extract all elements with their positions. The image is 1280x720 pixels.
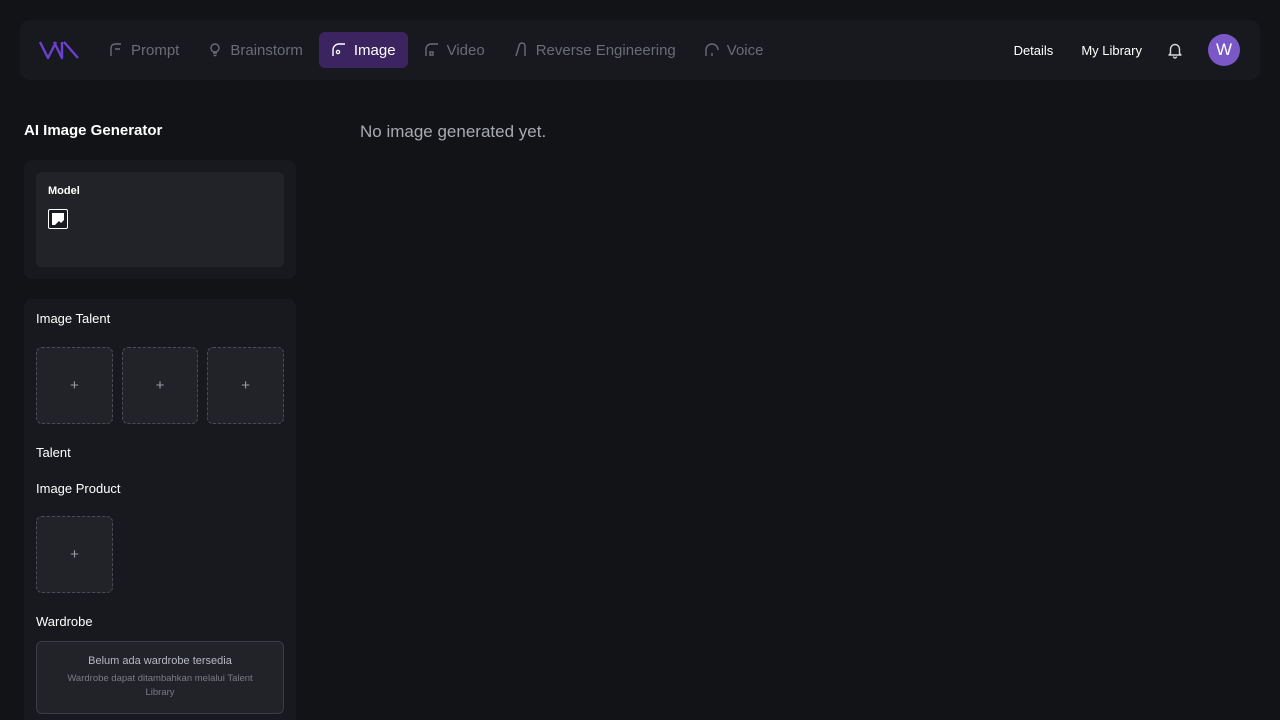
nav-voice-label: Voice	[726, 41, 764, 59]
main-nav: Prompt Brainstorm Image Video Reverse En…	[96, 32, 775, 68]
bulb-icon	[210, 43, 221, 57]
nav-image[interactable]: Image	[318, 32, 408, 68]
voice-icon	[705, 43, 719, 56]
product-slots: +	[36, 516, 284, 593]
my-library-link[interactable]: My Library	[1081, 43, 1142, 58]
add-talent-slot[interactable]: +	[36, 347, 113, 424]
wardrobe-empty-text: Belum ada wardrobe tersedia	[88, 655, 232, 667]
nav-brainstorm-label: Brainstorm	[230, 41, 303, 59]
bell-icon[interactable]	[1166, 41, 1184, 59]
talent-label: Talent	[36, 445, 71, 460]
broken-image-icon	[48, 209, 68, 229]
add-product-slot[interactable]: +	[36, 516, 113, 593]
add-talent-slot[interactable]: +	[207, 347, 285, 424]
model-selector[interactable]: Model	[36, 172, 284, 267]
nav-image-label: Image	[353, 41, 396, 59]
wardrobe-empty-state: Belum ada wardrobe tersedia Wardrobe dap…	[36, 641, 284, 714]
talent-slots: + + +	[36, 347, 285, 424]
prompt-icon	[110, 43, 121, 56]
nav-reverse-label: Reverse Engineering	[535, 41, 676, 59]
top-navigation-bar: Prompt Brainstorm Image Video Reverse En…	[20, 20, 1260, 80]
details-link[interactable]: Details	[1014, 43, 1054, 58]
model-label: Model	[48, 185, 80, 197]
image-icon	[332, 43, 345, 56]
image-talent-label: Image Talent	[36, 311, 111, 326]
nav-prompt-label: Prompt	[131, 41, 180, 59]
talent-panel: Image Talent + + + Talent Image Product …	[24, 299, 296, 720]
empty-state-message: No image generated yet.	[360, 122, 547, 141]
nav-brainstorm[interactable]: Brainstorm	[195, 32, 315, 68]
app-logo[interactable]	[38, 38, 82, 62]
nav-video[interactable]: Video	[412, 32, 497, 68]
image-product-label: Image Product	[36, 481, 121, 496]
avatar[interactable]: W	[1208, 34, 1240, 66]
nav-voice[interactable]: Voice	[692, 32, 776, 68]
nav-video-label: Video	[446, 41, 485, 59]
wardrobe-hint-text: Wardrobe dapat ditambahkan melalui Talen…	[67, 673, 253, 698]
add-talent-slot[interactable]: +	[121, 347, 199, 424]
nav-reverse-engineering[interactable]: Reverse Engineering	[501, 32, 688, 68]
reverse-icon	[515, 42, 526, 57]
page-title: AI Image Generator	[24, 122, 163, 139]
model-panel: Model	[24, 160, 296, 279]
topbar-actions: Details My Library W	[1014, 34, 1240, 66]
nav-prompt[interactable]: Prompt	[96, 32, 191, 68]
video-icon	[424, 43, 438, 56]
wardrobe-label: Wardrobe	[36, 614, 93, 629]
